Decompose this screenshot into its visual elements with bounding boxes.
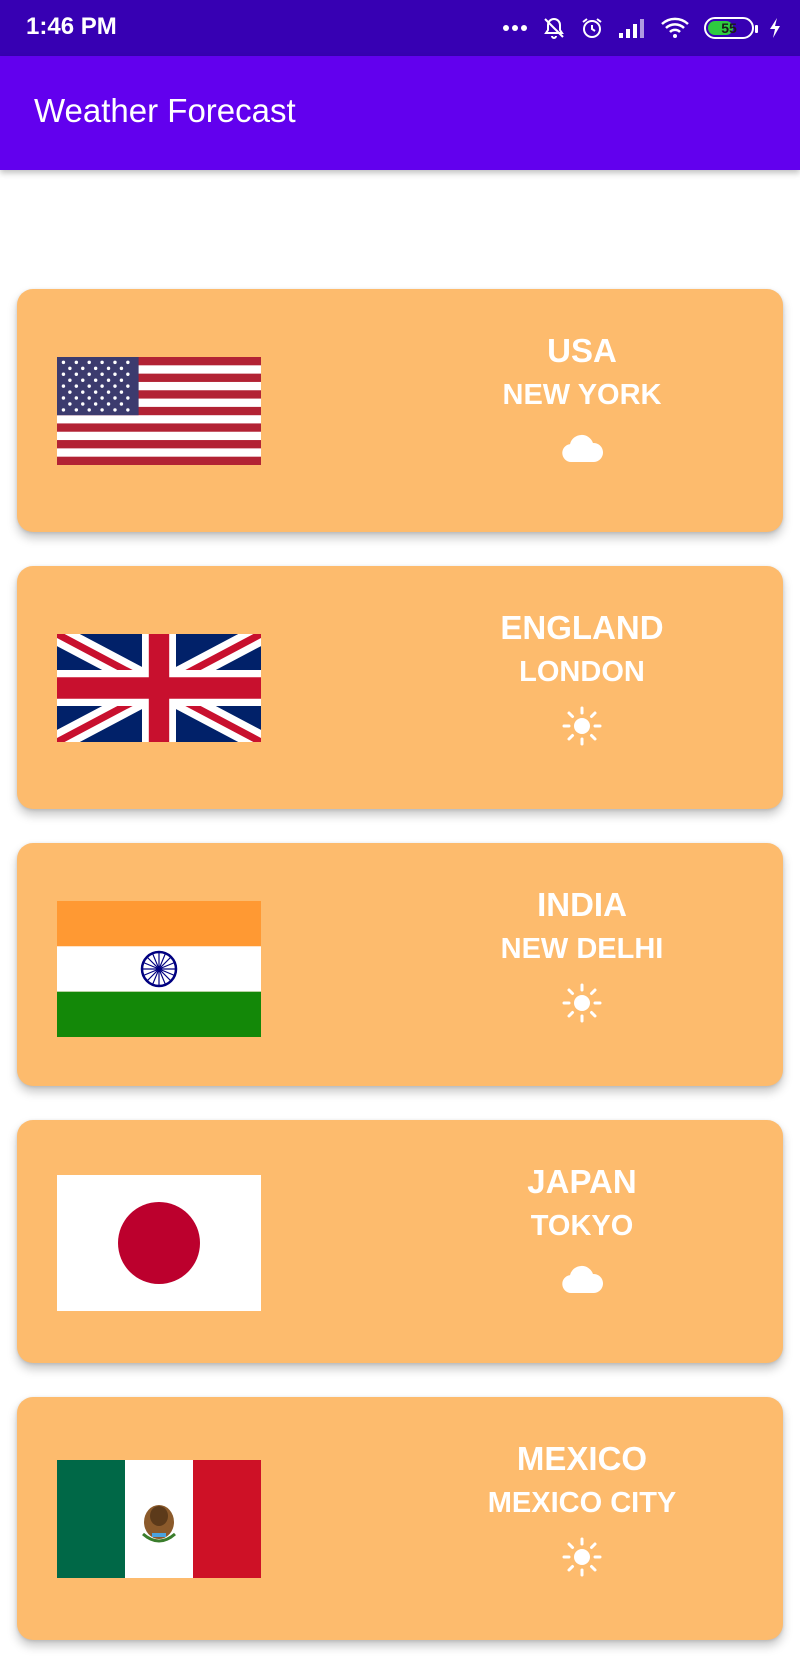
country-name: ENGLAND <box>500 609 664 646</box>
india-flag <box>57 901 261 1037</box>
mexico-flag <box>57 1460 261 1578</box>
country-name: MEXICO <box>516 1440 648 1477</box>
status-icons: 55 <box>502 14 782 42</box>
sun-icon <box>397 1537 767 1577</box>
cloud-icon <box>397 1260 767 1300</box>
status-bar: 1:46 PM 55 <box>0 0 800 56</box>
location-card-usa[interactable]: USA NEW YORK <box>17 289 783 532</box>
sun-icon <box>397 983 767 1023</box>
japan-flag <box>57 1175 261 1311</box>
location-card-mexico[interactable]: MEXICO MEXICO CITY <box>17 1397 783 1640</box>
sun-icon <box>397 706 767 746</box>
alarm-icon <box>580 16 604 40</box>
cloud-icon <box>397 429 767 469</box>
battery-level: 55 <box>721 20 737 36</box>
city-name: LONDON <box>519 656 645 688</box>
location-info: INDIA NEW DELHI <box>397 885 767 1023</box>
usa-flag <box>57 357 261 465</box>
app-bar: Weather Forecast <box>0 56 800 170</box>
location-card-japan[interactable]: JAPAN TOKYO <box>17 1120 783 1363</box>
location-info: MEXICO MEXICO CITY <box>397 1439 767 1577</box>
uk-flag <box>57 634 261 742</box>
status-time: 1:46 PM <box>26 13 117 40</box>
location-card-england[interactable]: ENGLAND LONDON <box>17 566 783 809</box>
country-name: INDIA <box>537 886 627 923</box>
location-card-india[interactable]: INDIA NEW DELHI <box>17 843 783 1086</box>
mute-bell-icon <box>542 16 566 40</box>
location-list: USA NEW YORK ENGLAND LONDON INDIA NEW DE… <box>17 289 783 1674</box>
location-info: ENGLAND LONDON <box>397 608 767 746</box>
location-info: USA NEW YORK <box>397 331 767 469</box>
app-title: Weather Forecast <box>34 92 296 129</box>
wifi-icon <box>660 17 690 39</box>
location-info: JAPAN TOKYO <box>397 1162 767 1300</box>
country-name: JAPAN <box>527 1163 637 1200</box>
city-name: TOKYO <box>530 1210 634 1242</box>
country-name: USA <box>547 332 617 369</box>
city-name: NEW DELHI <box>500 933 664 965</box>
charging-bolt-icon <box>768 17 782 39</box>
city-name: NEW YORK <box>502 379 662 411</box>
battery-icon: 55 <box>704 17 758 39</box>
battery-tip <box>755 25 758 33</box>
city-name: MEXICO CITY <box>487 1487 677 1519</box>
signal-icon <box>618 17 646 39</box>
more-dots-icon <box>502 24 528 32</box>
